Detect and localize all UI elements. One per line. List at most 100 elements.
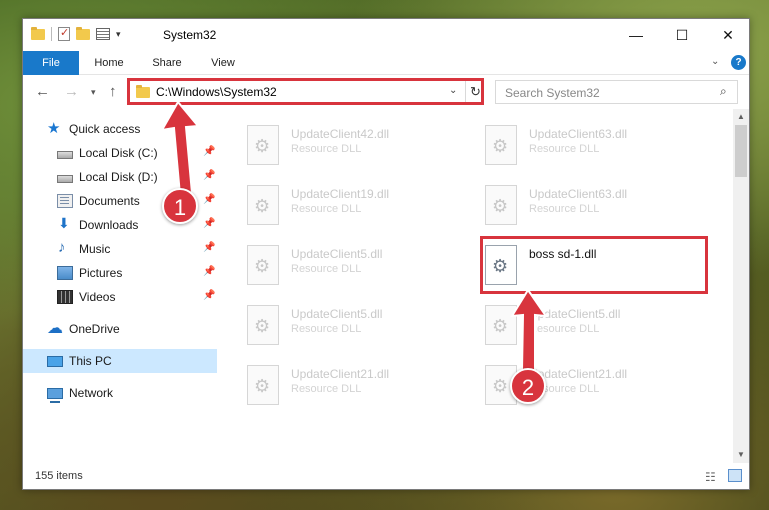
cloud-icon: [47, 318, 63, 338]
properties-icon[interactable]: [96, 28, 110, 40]
sidebar-item-network[interactable]: Network: [23, 381, 217, 405]
dll-file-icon: [247, 245, 279, 285]
item-count: 155 items: [35, 470, 83, 482]
file-name: UpdateClient63.dll: [529, 127, 628, 141]
sidebar-item-label: Local Disk (C:): [79, 146, 158, 160]
status-bar: 155 items ☷: [23, 465, 749, 489]
callout-2-badge: 2: [510, 368, 546, 404]
scroll-thumb[interactable]: [735, 125, 747, 177]
sidebar-item-label: This PC: [69, 354, 112, 368]
quick-access-toolbar: ▾: [31, 26, 121, 41]
large-icons-view-icon[interactable]: [728, 469, 742, 482]
file-item[interactable]: UpdateClient5.dll Resource DLL: [247, 241, 467, 293]
minimize-button[interactable]: —: [613, 19, 659, 51]
scroll-up-icon[interactable]: ▲: [733, 109, 749, 125]
network-icon: [47, 387, 63, 403]
customize-toolbar-icon[interactable]: ▾: [116, 29, 121, 40]
up-arrow-icon[interactable]: ↑: [109, 83, 117, 100]
sidebar-item-label: Quick access: [69, 122, 141, 136]
pin-icon[interactable]: 📌: [203, 242, 215, 253]
tab-file[interactable]: File: [23, 51, 79, 75]
file-item[interactable]: UpdateClient63.dll Resource DLL: [485, 121, 705, 173]
file-item[interactable]: UpdateClient63.dll Resource DLL: [485, 181, 705, 233]
download-icon: [57, 215, 73, 232]
sidebar-item-label: Music: [79, 242, 111, 256]
drive-icon: [57, 151, 73, 159]
file-name: UpdateClient5.dll: [291, 307, 383, 321]
music-icon: [57, 239, 73, 256]
file-item[interactable]: UpdateClient19.dll Resource DLL: [247, 181, 467, 233]
file-description: Resource DLL: [291, 143, 362, 155]
sidebar-item-label: Network: [69, 386, 114, 400]
file-description: Resource DLL: [291, 203, 362, 215]
sidebar-item-label: Downloads: [79, 218, 139, 232]
ribbon-tabs: File Home Share View ⌄ ?: [23, 51, 749, 75]
file-name: UpdateClient42.dll: [291, 127, 390, 141]
dll-file-icon: [247, 125, 279, 165]
sidebar-item-label: Documents: [79, 194, 140, 208]
folder-icon: [31, 26, 45, 40]
toolbar-separator: [51, 27, 52, 41]
scroll-down-icon[interactable]: ▼: [733, 447, 749, 463]
file-name: UpdateClient5.dll: [291, 247, 383, 261]
pictures-icon: [57, 266, 73, 280]
file-description: Resource DLL: [291, 263, 362, 275]
file-description: Resource DLL: [291, 323, 362, 335]
tab-view[interactable]: View: [195, 51, 251, 75]
sidebar-item-label: Local Disk (D:): [79, 170, 158, 184]
properties-check-icon[interactable]: [58, 26, 70, 41]
sidebar-item-videos[interactable]: Videos 📌: [23, 285, 217, 309]
file-highlight-box: [480, 236, 708, 294]
forward-arrow-icon[interactable]: →: [64, 83, 79, 100]
file-description: Resource DLL: [291, 383, 362, 395]
new-folder-icon[interactable]: [76, 26, 90, 40]
dll-file-icon: [485, 185, 517, 225]
search-placeholder: Search System32: [505, 86, 600, 100]
sidebar-item-label: Pictures: [79, 266, 123, 280]
close-button[interactable]: ✕: [705, 19, 751, 51]
expand-ribbon-icon[interactable]: ⌄: [711, 56, 719, 67]
dll-file-icon: [247, 305, 279, 345]
dll-file-icon: [485, 125, 517, 165]
file-name: UpdateClient63.dll: [529, 187, 628, 201]
details-view-icon[interactable]: ☷: [705, 470, 716, 484]
pin-icon[interactable]: 📌: [203, 290, 215, 301]
pin-icon[interactable]: 📌: [203, 266, 215, 277]
dll-file-icon: [247, 185, 279, 225]
dll-file-icon: [247, 365, 279, 405]
file-description: Resource DLL: [529, 203, 600, 215]
file-name: UpdateClient19.dll: [291, 187, 390, 201]
sidebar-item-onedrive[interactable]: OneDrive: [23, 317, 217, 341]
recent-locations-icon[interactable]: ▾: [91, 87, 96, 98]
navigation-bar: ← → ▾ ↑ C:\Windows\System32 ⌄ ↻ Search S…: [23, 75, 749, 109]
search-icon[interactable]: ⌕: [720, 84, 727, 99]
drive-icon: [57, 175, 73, 183]
title-bar: ▾ System32 — ☐ ✕: [23, 19, 749, 51]
file-item[interactable]: UpdateClient42.dll Resource DLL: [247, 121, 467, 173]
vertical-scrollbar[interactable]: ▲ ▼: [733, 109, 749, 463]
computer-icon: [47, 355, 63, 367]
file-item[interactable]: UpdateClient21.dll Resource DLL: [247, 361, 467, 413]
file-name: UpdateClient21.dll: [291, 367, 390, 381]
help-icon[interactable]: ?: [731, 55, 746, 70]
videos-icon: [57, 290, 73, 304]
back-arrow-icon[interactable]: ←: [35, 83, 50, 100]
address-dropdown-icon[interactable]: ⌄: [449, 85, 457, 96]
folder-icon: [136, 85, 150, 98]
tab-share[interactable]: Share: [139, 51, 195, 75]
tab-home[interactable]: Home: [81, 51, 137, 75]
star-icon: [47, 119, 63, 137]
sidebar-item-pictures[interactable]: Pictures 📌: [23, 261, 217, 285]
maximize-button[interactable]: ☐: [659, 19, 705, 51]
search-input[interactable]: Search System32 ⌕: [495, 80, 738, 104]
callout-1-badge: 1: [162, 188, 198, 224]
documents-icon: [57, 194, 73, 208]
address-path[interactable]: C:\Windows\System32: [156, 85, 277, 99]
sidebar-item-this-pc[interactable]: This PC: [23, 349, 217, 373]
sidebar-item-label: Videos: [79, 290, 116, 304]
file-item[interactable]: UpdateClient5.dll Resource DLL: [247, 301, 467, 353]
pin-icon[interactable]: 📌: [203, 218, 215, 229]
refresh-icon[interactable]: ↻: [465, 81, 485, 103]
sidebar-item-music[interactable]: Music 📌: [23, 237, 217, 261]
window-title: System32: [163, 28, 217, 42]
